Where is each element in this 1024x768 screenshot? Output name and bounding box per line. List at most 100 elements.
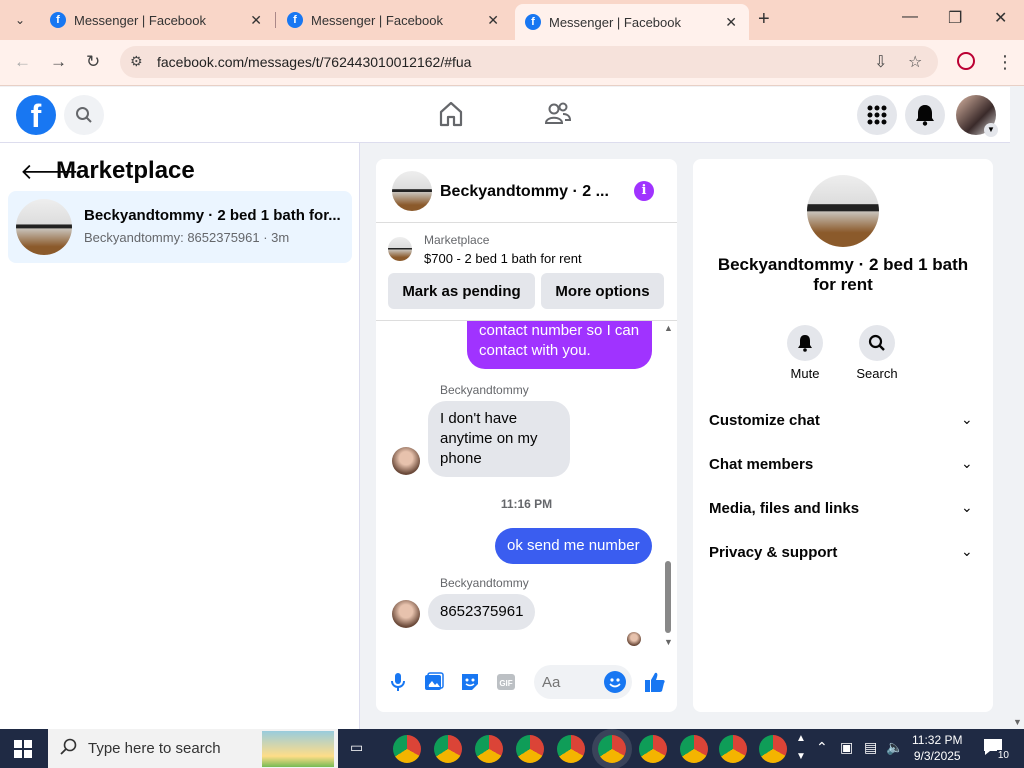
privacy-support-section[interactable]: Privacy & support ⌄ [693, 533, 993, 573]
forward-icon[interactable]: → [50, 52, 67, 72]
sidebar-title: Marketplace [56, 157, 195, 184]
tab-title: Messenger | Facebook [74, 12, 206, 28]
more-options-button[interactable]: More options [541, 273, 664, 309]
sticker-icon[interactable] [460, 672, 480, 692]
page-scrollbar[interactable]: ▼ [1010, 87, 1024, 729]
listing-price-title[interactable]: $700 - 2 bed 1 bath for rent [424, 251, 582, 266]
browser-profile-icon[interactable] [957, 52, 975, 70]
microphone-icon[interactable] [388, 672, 408, 692]
taskbar-clock[interactable]: 11:32 PM 9/3/2025 [912, 732, 962, 764]
chat-header: Beckyandtommy · 2 ... i [376, 159, 677, 223]
new-tab-plus-icon[interactable]: + [758, 8, 770, 31]
chat-listing-thumbnail[interactable] [392, 171, 432, 211]
mute-bell-icon[interactable] [787, 325, 823, 361]
restore-icon[interactable]: ❐ [948, 8, 962, 28]
close-tab-icon[interactable]: ✕ [250, 12, 262, 29]
section-title: Chat members [709, 456, 814, 473]
scroll-down-icon[interactable]: ▼ [664, 637, 673, 647]
minimize-icon[interactable]: — [902, 8, 918, 26]
message-composer: GIF [376, 662, 677, 702]
search-highlight-image [262, 731, 334, 767]
chevron-down-icon: ⌄ [961, 499, 973, 515]
thumbs-up-icon[interactable] [643, 670, 667, 694]
sender-avatar[interactable] [392, 600, 420, 628]
search-icon[interactable] [859, 325, 895, 361]
home-icon[interactable] [439, 101, 463, 132]
conversation-item[interactable]: Beckyandtommy · 2 bed 1 bath for... Beck… [8, 191, 352, 263]
chrome-taskbar-icon[interactable] [557, 735, 585, 763]
search-in-chat-button[interactable]: Search [847, 325, 907, 381]
account-chevron-icon[interactable]: ▼ [984, 123, 998, 137]
window-close-icon[interactable]: ✕ [994, 8, 1007, 28]
facebook-logo-icon[interactable]: f [16, 95, 56, 135]
url-text[interactable]: facebook.com/messages/t/762443010012162/… [157, 54, 471, 70]
chat-title[interactable]: Beckyandtommy · 2 ... [440, 183, 609, 201]
marketplace-label: Marketplace [424, 233, 490, 247]
install-app-icon[interactable]: ⇩ [874, 52, 887, 72]
sent-message: ok send me number [495, 528, 652, 564]
browser-tab-1[interactable]: f Messenger | Facebook ✕ [40, 0, 274, 40]
notifications-bell-icon[interactable] [905, 95, 945, 135]
windows-start-icon[interactable] [14, 740, 32, 758]
site-settings-icon[interactable]: ⚙ [130, 53, 143, 70]
search-label: Search [856, 366, 898, 381]
chat-info-panel: Beckyandtommy · 2 bed 1 bath for rent Mu… [693, 159, 993, 712]
url-omnibox[interactable]: ⚙ facebook.com/messages/t/76244301001216… [120, 46, 938, 78]
close-tab-icon[interactable]: ✕ [487, 12, 499, 29]
taskbar-search-icon [60, 738, 78, 761]
taskbar-search-box[interactable]: Type here to search [48, 729, 338, 768]
chat-members-section[interactable]: Chat members ⌄ [693, 445, 993, 485]
network-icon[interactable]: ▤ [864, 739, 877, 756]
chrome-taskbar-icon[interactable] [475, 735, 503, 763]
message-scroll-thumb[interactable] [665, 561, 671, 633]
clock-time: 11:32 PM [912, 733, 963, 747]
chrome-taskbar-icon[interactable] [434, 735, 462, 763]
media-files-links-section[interactable]: Media, files and links ⌄ [693, 489, 993, 529]
chrome-taskbar-icon[interactable] [680, 735, 708, 763]
friends-icon[interactable] [544, 101, 572, 132]
chrome-taskbar-icon-active[interactable] [598, 735, 626, 763]
tab-search-chevron-icon[interactable]: ⌄ [8, 8, 32, 32]
mark-as-pending-button[interactable]: Mark as pending [388, 273, 535, 309]
chrome-taskbar-icon[interactable] [719, 735, 747, 763]
facebook-search-icon[interactable] [64, 95, 104, 135]
customize-chat-section[interactable]: Customize chat ⌄ [693, 401, 993, 441]
volume-icon[interactable]: 🔈 [886, 739, 903, 756]
gif-icon[interactable]: GIF [496, 672, 516, 692]
chrome-taskbar-icon[interactable] [639, 735, 667, 763]
reload-icon[interactable]: ↻ [86, 52, 100, 72]
browser-tab-3-active[interactable]: f Messenger | Facebook ✕ [515, 4, 749, 40]
chrome-taskbar-icon[interactable] [516, 735, 544, 763]
meet-now-icon[interactable]: ▣ [840, 739, 853, 756]
browser-menu-icon[interactable]: ⋮ [996, 52, 1014, 73]
windows-taskbar: Type here to search ▭ ▲ ▼ ⌃ ▣ ▤ 🔈 11:32 P… [0, 729, 1024, 768]
facebook-favicon-icon: f [50, 12, 66, 28]
show-hidden-icons-icon[interactable]: ⌃ [816, 739, 828, 756]
message-input-box[interactable] [534, 665, 632, 699]
taskbar-scroll-icon[interactable]: ▲ ▼ [796, 730, 806, 766]
scroll-up-icon[interactable]: ▲ [664, 323, 673, 333]
info-icon[interactable]: i [634, 181, 654, 201]
message-input[interactable] [542, 672, 598, 692]
back-icon[interactable]: ← [14, 52, 31, 72]
browser-tab-2[interactable]: f Messenger | Facebook ✕ [277, 0, 511, 40]
read-receipt-avatar [627, 632, 641, 646]
message-timestamp: 11:16 PM [500, 497, 553, 511]
account-avatar[interactable]: ▼ [956, 95, 998, 137]
chrome-taskbar-icon[interactable] [393, 735, 421, 763]
task-view-icon[interactable]: ▭ [350, 739, 363, 756]
conversation-sidebar: 🡐 Marketplace Beckyandtommy · 2 bed 1 ba… [0, 143, 360, 729]
section-title: Media, files and links [709, 500, 860, 517]
mute-button[interactable]: Mute [775, 325, 835, 381]
close-tab-icon[interactable]: ✕ [725, 14, 737, 31]
emoji-icon[interactable] [604, 671, 626, 693]
bookmark-star-icon[interactable]: ☆ [908, 52, 922, 72]
menu-grid-icon[interactable] [857, 95, 897, 135]
listing-mini-thumbnail [388, 237, 412, 261]
chrome-taskbar-icon[interactable] [759, 735, 787, 763]
marketplace-listing-bar: Marketplace $700 - 2 bed 1 bath for rent… [376, 223, 677, 321]
sender-avatar[interactable] [392, 447, 420, 475]
notifications-center-icon[interactable]: 10 [982, 737, 1010, 761]
photo-icon[interactable] [424, 672, 444, 692]
page-scroll-down-icon[interactable]: ▼ [1013, 717, 1022, 727]
